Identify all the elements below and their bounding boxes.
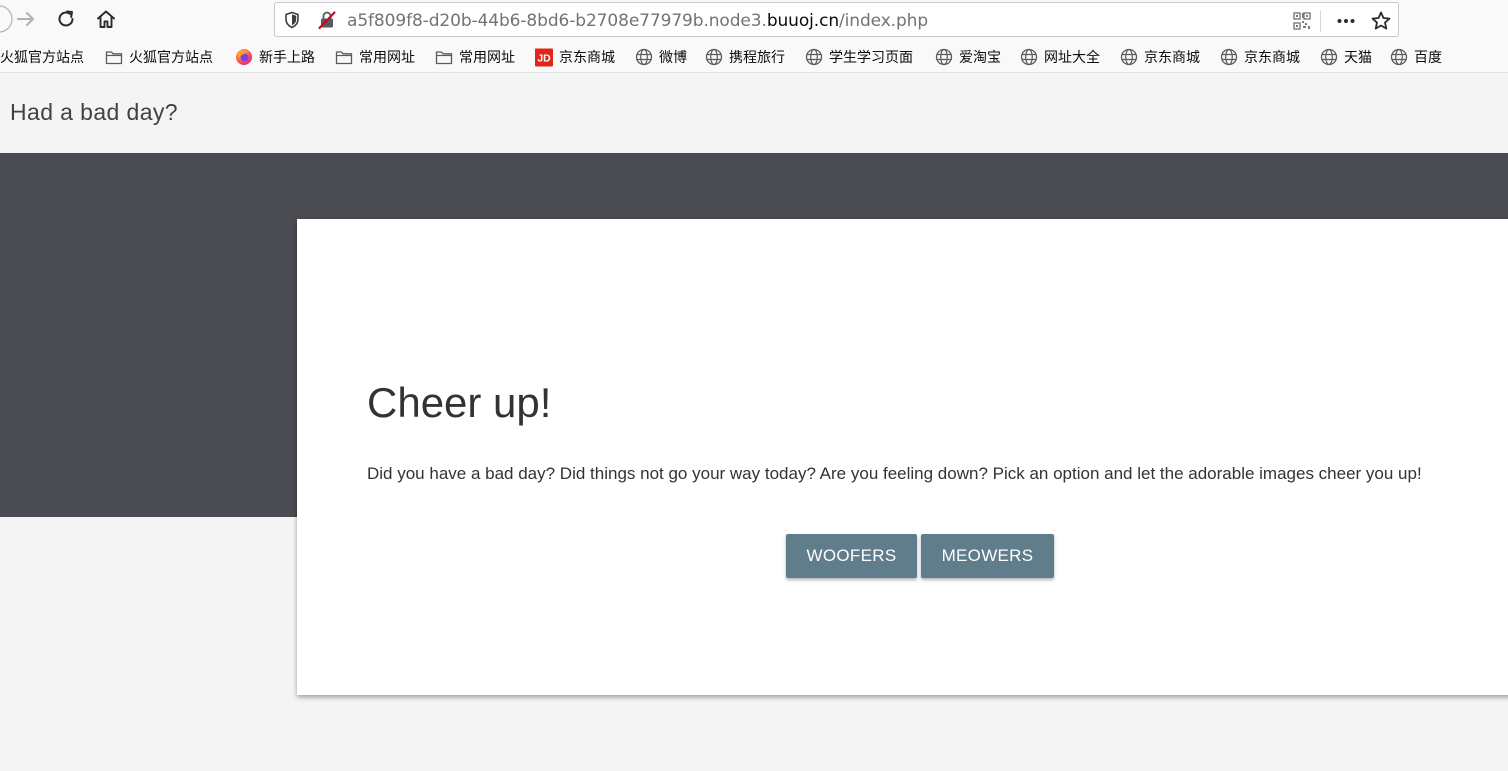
globe-icon (805, 48, 823, 66)
bookmark-item[interactable]: 百度 (1390, 46, 1442, 68)
bookmark-item[interactable]: 火狐官方站点 (0, 46, 84, 68)
bookmarks-bar: 火狐官方站点 火狐官方站点 新手上路 常用网址 常用网址 JD 京东商城 微博 … (0, 40, 1508, 73)
home-button[interactable] (91, 4, 121, 34)
bookmark-label: 常用网址 (459, 50, 515, 66)
url-host: buuoj.cn (766, 11, 840, 31)
bookmark-star-button[interactable] (1369, 9, 1393, 33)
url-separator (1320, 10, 1321, 32)
insecure-connection-icon[interactable] (317, 10, 337, 30)
bookmark-label: 携程旅行 (729, 50, 785, 66)
reload-button[interactable] (51, 4, 81, 34)
bookmark-folder[interactable]: 常用网址 (435, 46, 515, 68)
bookmark-label: 天猫 (1344, 50, 1372, 66)
bookmark-label: 网址大全 (1044, 50, 1100, 66)
reload-icon (58, 10, 74, 27)
globe-icon (1020, 48, 1038, 66)
bookmark-item[interactable]: 京东商城 (1120, 46, 1200, 68)
bookmark-label: 学生学习页面 (829, 50, 913, 66)
bookmark-label: 微博 (659, 50, 687, 66)
url-path: /index.php (839, 11, 929, 31)
more-dots-icon (1337, 19, 1355, 23)
shield-icon[interactable] (282, 10, 302, 30)
bookmark-item[interactable]: 新手上路 (235, 46, 315, 68)
jd-icon-text: JD (537, 53, 551, 64)
page-actions-button[interactable] (1334, 9, 1358, 33)
bookmark-item[interactable]: 携程旅行 (705, 46, 785, 68)
bookmark-item[interactable]: 学生学习页面 (805, 46, 913, 68)
bookmark-item[interactable]: 微博 (635, 46, 687, 68)
bookmark-folder[interactable]: 火狐官方站点 (105, 46, 213, 68)
bookmark-label: 火狐官方站点 (129, 50, 213, 66)
bookmark-item[interactable]: 天猫 (1320, 46, 1372, 68)
bookmark-label: 京东商城 (559, 50, 615, 66)
url-prefix: a5f809f8-d20b-44b6-8bd6-b2708e77979b.nod… (347, 11, 767, 31)
page-content: Had a bad day? Cheer up! Did you have a … (0, 74, 1508, 771)
bookmark-label: 火狐官方站点 (0, 50, 84, 66)
qr-code-icon (1293, 12, 1311, 30)
globe-icon (1390, 48, 1408, 66)
forward-arrow-icon (17, 12, 34, 26)
globe-icon (635, 48, 653, 66)
firefox-icon (235, 48, 253, 66)
folder-icon (435, 48, 453, 66)
bookmark-folder[interactable]: 常用网址 (335, 46, 415, 68)
forward-button[interactable] (11, 4, 41, 34)
bookmark-label: 京东商城 (1144, 50, 1200, 66)
qr-code-button[interactable] (1290, 9, 1314, 33)
bookmark-item[interactable]: 京东商城 (1220, 46, 1300, 68)
url-text[interactable]: a5f809f8-d20b-44b6-8bd6-b2708e77979b.nod… (347, 11, 928, 31)
home-icon (97, 10, 115, 28)
bookmark-item[interactable]: JD 京东商城 (535, 46, 615, 68)
globe-icon (1320, 48, 1338, 66)
globe-icon (1120, 48, 1138, 66)
card-heading: Cheer up! (367, 379, 552, 426)
address-bar[interactable]: a5f809f8-d20b-44b6-8bd6-b2708e77979b.nod… (274, 2, 1399, 37)
globe-icon (705, 48, 723, 66)
bookmark-item[interactable]: 爱淘宝 (935, 46, 1001, 68)
bookmark-label: 爱淘宝 (959, 50, 1001, 66)
bookmark-label: 新手上路 (259, 50, 315, 66)
card-description: Did you have a bad day? Did things not g… (367, 464, 1422, 483)
woofers-button[interactable]: WOOFERS (786, 534, 917, 578)
meowers-button[interactable]: MEOWERS (921, 534, 1054, 578)
folder-icon (335, 48, 353, 66)
bookmark-label: 京东商城 (1244, 50, 1300, 66)
bookmark-label: 常用网址 (359, 50, 415, 66)
cheer-up-card: Cheer up! Did you have a bad day? Did th… (297, 219, 1508, 695)
site-header: Had a bad day? (0, 74, 1508, 153)
folder-icon (105, 48, 123, 66)
globe-icon (1220, 48, 1238, 66)
site-title: Had a bad day? (10, 99, 179, 125)
browser-toolbar: a5f809f8-d20b-44b6-8bd6-b2708e77979b.nod… (0, 0, 1508, 40)
globe-icon (935, 48, 953, 66)
bookmark-item[interactable]: 网址大全 (1020, 46, 1100, 68)
bookmark-label: 百度 (1414, 50, 1442, 66)
star-icon (1371, 11, 1391, 30)
jd-icon: JD (535, 48, 553, 66)
